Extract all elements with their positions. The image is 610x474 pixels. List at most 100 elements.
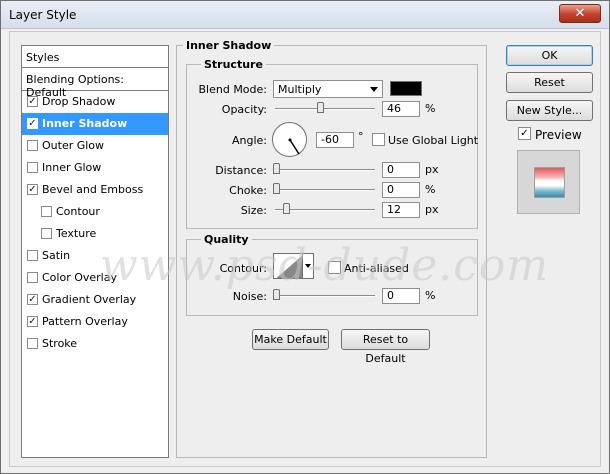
blending-options-item[interactable]: Blending Options: Default	[22, 68, 168, 99]
style-item-label: Inner Shadow	[42, 117, 128, 130]
noise-label: Noise:	[232, 290, 267, 303]
noise-unit: %	[425, 289, 436, 302]
style-item-gradient-overlay[interactable]: ✓ Gradient Overlay	[22, 289, 168, 311]
angle-unit: °	[358, 130, 364, 143]
style-item-texture[interactable]: Texture	[22, 223, 168, 245]
style-checkbox[interactable]: ✓	[27, 96, 38, 107]
style-item-label: Contour	[56, 205, 100, 218]
angle-input[interactable]: -60	[316, 132, 354, 148]
choke-label: Choke:	[229, 184, 267, 197]
preview-label: Preview	[535, 128, 582, 142]
style-checkbox[interactable]	[27, 162, 38, 173]
quality-group	[186, 239, 478, 316]
inner-shadow-panel: Inner Shadow Structure Blend Mode: Multi…	[176, 39, 487, 458]
style-item-inner-shadow[interactable]: ✓ Inner Shadow	[22, 113, 168, 135]
choke-slider[interactable]	[275, 189, 375, 191]
style-item-satin[interactable]: Satin	[22, 245, 168, 267]
style-item-drop-shadow[interactable]: ✓ Drop Shadow	[22, 91, 168, 113]
angle-needle-icon	[288, 138, 300, 155]
global-light-label: Use Global Light	[388, 134, 479, 147]
contour-picker[interactable]	[273, 253, 303, 279]
distance-label: Distance:	[215, 164, 267, 177]
opacity-input[interactable]: 46	[382, 101, 420, 117]
styles-list: Styles Blending Options: Default ✓ Drop S…	[21, 45, 169, 458]
blend-mode-label: Blend Mode:	[198, 83, 268, 96]
reset-to-default-button[interactable]: Reset to Default	[341, 329, 430, 365]
style-checkbox[interactable]	[41, 206, 52, 217]
style-item-label: Stroke	[42, 337, 78, 350]
style-checkbox[interactable]: ✓	[27, 316, 38, 327]
angle-dial[interactable]	[272, 122, 307, 157]
style-item-label: Satin	[42, 249, 71, 262]
blend-mode-value: Multiply	[278, 83, 322, 96]
style-checkbox[interactable]	[27, 272, 38, 283]
style-item-color-overlay[interactable]: Color Overlay	[22, 267, 168, 289]
style-checkbox[interactable]: ✓	[27, 184, 38, 195]
title-bar[interactable]: Layer Style ✕	[1, 1, 609, 29]
contour-dropdown[interactable]	[303, 253, 314, 279]
style-item-label: Texture	[56, 227, 97, 240]
anti-aliased-checkbox[interactable]	[328, 261, 341, 274]
make-default-button[interactable]: Make Default	[252, 329, 329, 350]
style-items: ✓ Drop Shadow ✓ Inner Shadow Outer Glow Inner…	[22, 91, 168, 355]
opacity-unit: %	[425, 102, 436, 115]
style-checkbox[interactable]	[27, 250, 38, 261]
styles-header[interactable]: Styles	[22, 46, 168, 68]
style-item-stroke[interactable]: Stroke	[22, 333, 168, 355]
opacity-label: Opacity:	[221, 103, 267, 116]
opacity-slider[interactable]	[275, 108, 375, 110]
noise-slider-thumb[interactable]	[273, 289, 280, 300]
style-item-contour[interactable]: Contour	[22, 201, 168, 223]
style-item-label: Outer Glow	[42, 139, 105, 152]
style-item-label: Drop Shadow	[42, 95, 116, 108]
global-light-checkbox[interactable]	[372, 133, 385, 146]
quality-title: Quality	[201, 233, 252, 246]
style-item-pattern-overlay[interactable]: ✓ Pattern Overlay	[22, 311, 168, 333]
structure-title: Structure	[201, 58, 266, 71]
style-checkbox[interactable]: ✓	[27, 294, 38, 305]
size-unit: px	[425, 203, 439, 216]
distance-unit: px	[425, 163, 439, 176]
preview-thumbnail	[517, 150, 580, 214]
distance-slider[interactable]	[275, 169, 375, 171]
style-item-outer-glow[interactable]: Outer Glow	[22, 135, 168, 157]
preview-checkbox[interactable]: ✓	[518, 127, 531, 140]
size-input[interactable]: 12	[382, 202, 420, 218]
style-item-bevel-and-emboss[interactable]: ✓ Bevel and Emboss	[22, 179, 168, 201]
style-checkbox[interactable]	[41, 228, 52, 239]
style-checkbox[interactable]	[27, 140, 38, 151]
style-checkbox[interactable]: ✓	[27, 118, 38, 129]
contour-curve-icon	[274, 254, 302, 278]
style-item-label: Gradient Overlay	[42, 293, 137, 306]
noise-input[interactable]: 0	[382, 288, 420, 304]
size-slider[interactable]	[275, 209, 375, 211]
choke-unit: %	[425, 183, 436, 196]
style-item-inner-glow[interactable]: Inner Glow	[22, 157, 168, 179]
contour-label: Contour:	[219, 262, 267, 275]
ok-button[interactable]: OK	[506, 45, 593, 66]
window-title: Layer Style	[9, 8, 77, 22]
style-checkbox[interactable]	[27, 338, 38, 349]
blend-mode-select[interactable]: Multiply	[273, 80, 383, 98]
style-item-label: Pattern Overlay	[42, 315, 128, 328]
panel-title: Inner Shadow	[183, 39, 275, 52]
close-button[interactable]: ✕	[559, 4, 601, 23]
noise-slider[interactable]	[275, 295, 375, 297]
style-item-label: Bevel and Emboss	[42, 183, 144, 196]
layer-style-dialog: Layer Style ✕ Styles Blending Options: D…	[0, 0, 610, 474]
opacity-slider-thumb[interactable]	[317, 102, 324, 113]
chevron-down-icon	[305, 264, 311, 268]
choke-input[interactable]: 0	[382, 182, 420, 198]
angle-label: Angle:	[231, 134, 267, 147]
choke-slider-thumb[interactable]	[273, 183, 280, 194]
reset-button[interactable]: Reset	[506, 72, 593, 93]
style-item-label: Color Overlay	[42, 271, 117, 284]
distance-slider-thumb[interactable]	[273, 163, 280, 174]
shadow-color-swatch[interactable]	[390, 81, 422, 96]
size-slider-thumb[interactable]	[283, 203, 290, 214]
distance-input[interactable]: 0	[382, 162, 420, 178]
new-style-button[interactable]: New Style...	[506, 100, 593, 121]
size-label: Size:	[240, 204, 267, 217]
preview-swatch	[534, 167, 565, 198]
dialog-body: Styles Blending Options: Default ✓ Drop S…	[9, 31, 601, 467]
